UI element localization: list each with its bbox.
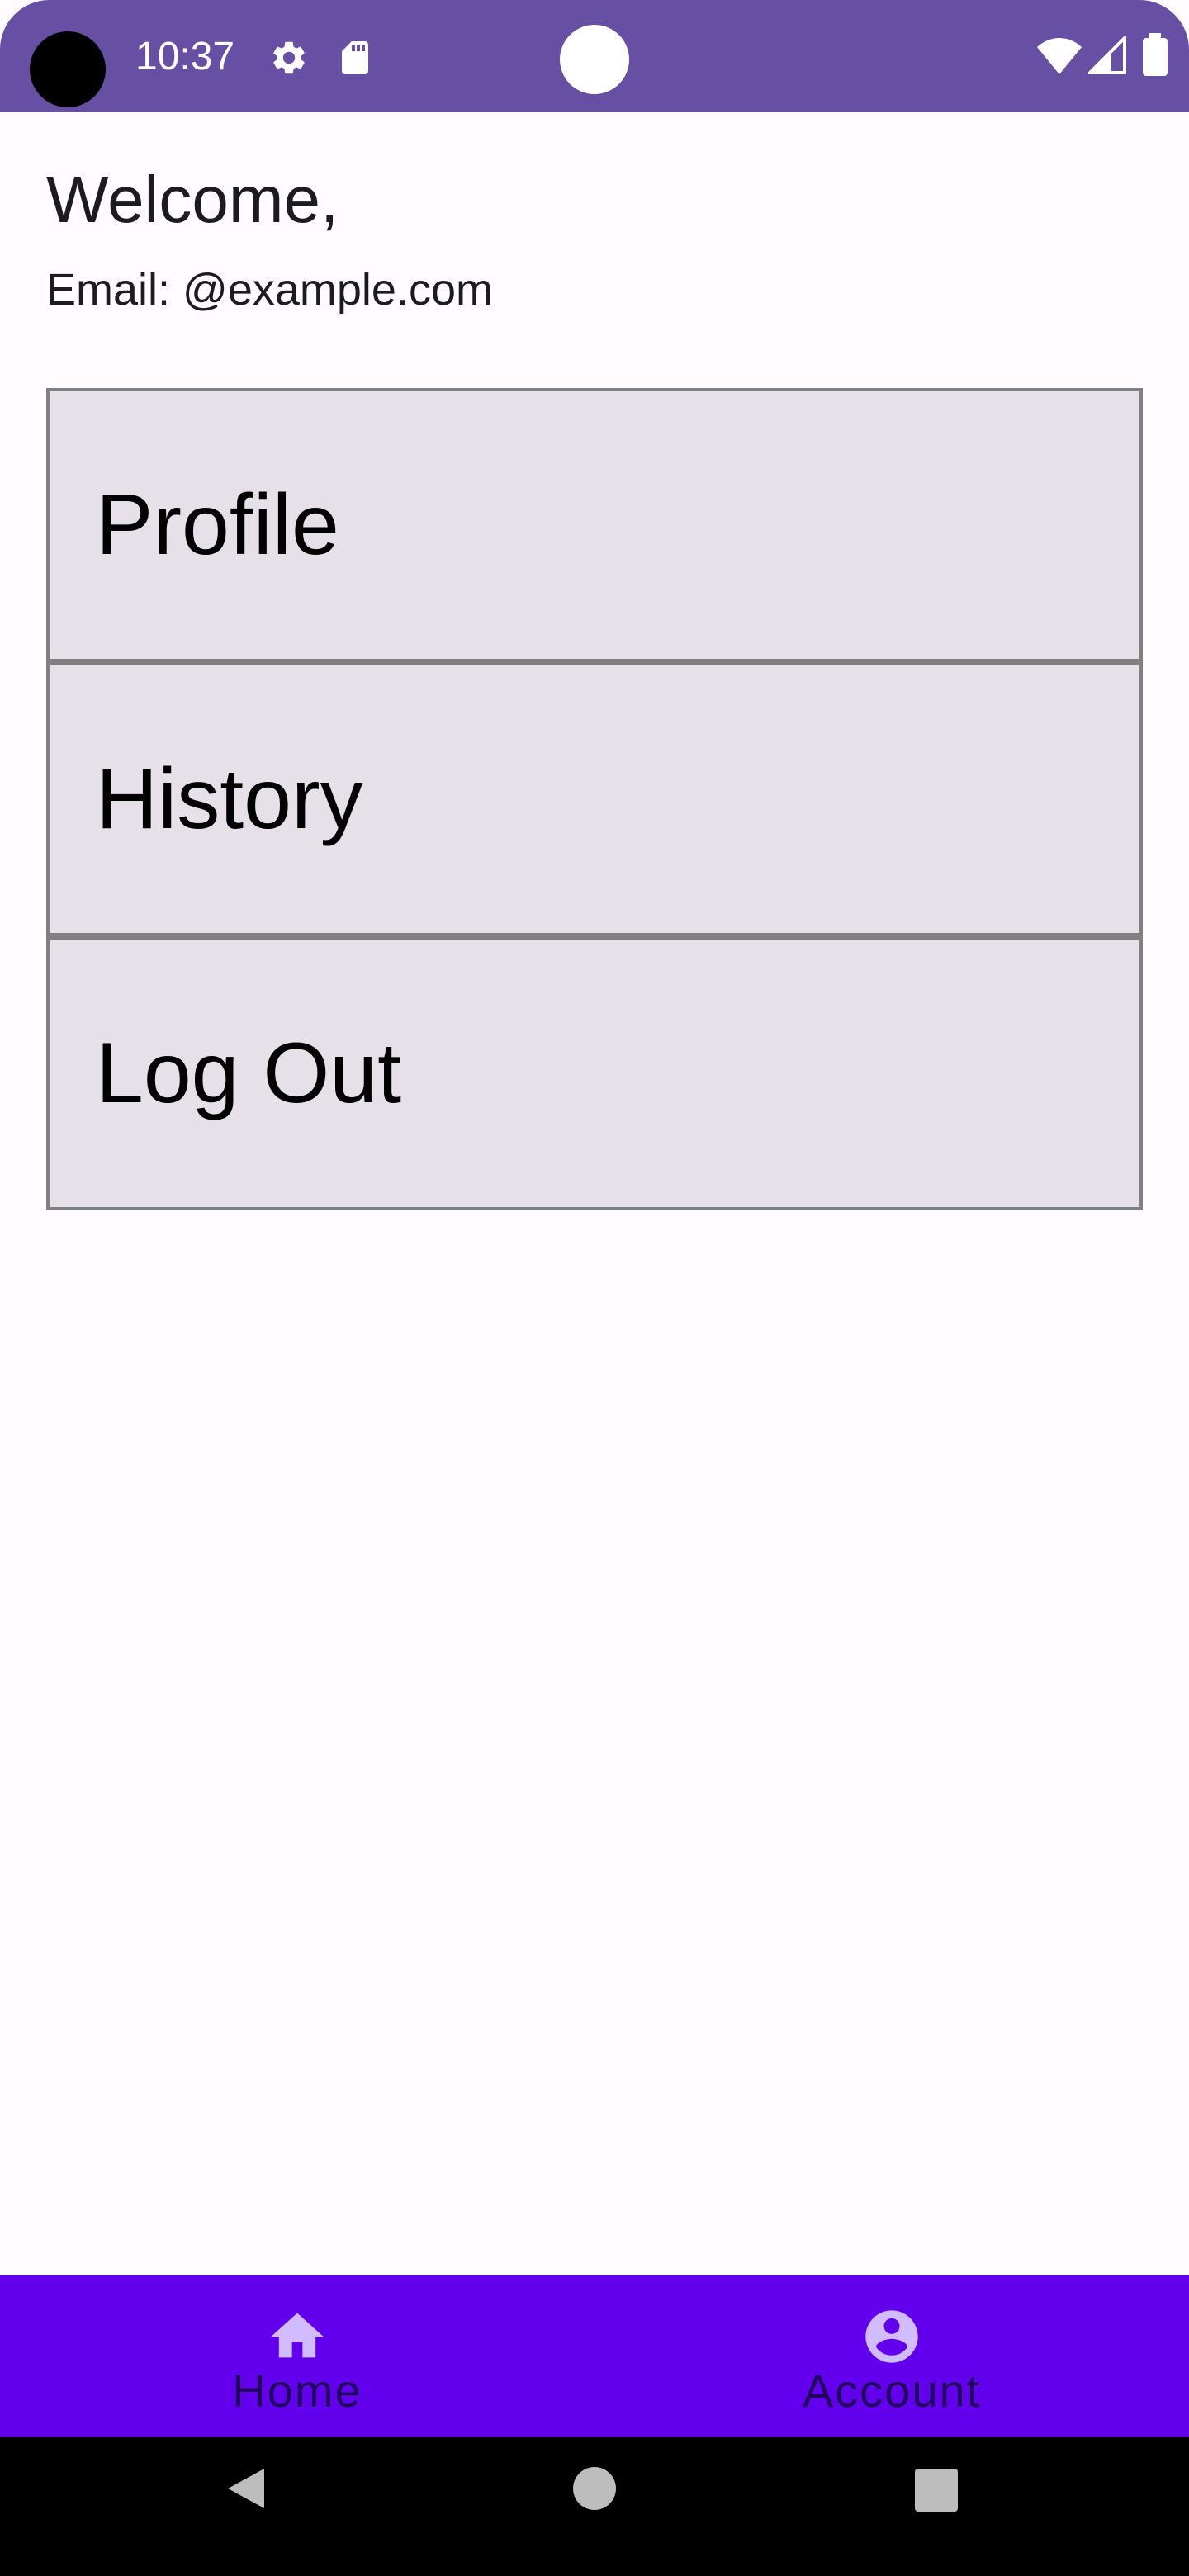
- nav-account[interactable]: Account: [594, 2275, 1189, 2437]
- profile-label: Profile: [96, 477, 339, 573]
- back-icon[interactable]: [221, 2462, 274, 2515]
- history-label: History: [96, 751, 363, 847]
- account-menu: Profile History Log Out: [46, 388, 1143, 1210]
- camera-cutout: [30, 31, 106, 107]
- signal-icon: [1088, 36, 1126, 74]
- recents-icon[interactable]: [913, 2467, 959, 2513]
- battery-icon: [1143, 33, 1168, 76]
- gear-icon: [273, 41, 305, 74]
- log-out-button[interactable]: Log Out: [46, 936, 1143, 1210]
- wifi-icon: [1037, 38, 1082, 74]
- history-button[interactable]: History: [46, 662, 1143, 936]
- nav-account-label: Account: [802, 2365, 982, 2417]
- nav-home[interactable]: Home: [0, 2275, 594, 2437]
- welcome-heading: Welcome,: [46, 163, 339, 236]
- home-circle-icon[interactable]: [571, 2465, 618, 2512]
- log-out-label: Log Out: [96, 1025, 402, 1121]
- status-time: 10:37: [135, 35, 235, 78]
- email-text: Email: @example.com: [46, 265, 493, 315]
- profile-button[interactable]: Profile: [46, 388, 1143, 662]
- front-sensor: [560, 25, 629, 94]
- system-navigation-bar: [0, 2437, 1189, 2576]
- account-screen: 10:37 Welcome, Email: @example.com Profi…: [0, 0, 1189, 2576]
- status-bar: 10:37: [0, 0, 1189, 112]
- nav-home-label: Home: [232, 2365, 362, 2417]
- sd-card-icon: [342, 41, 368, 74]
- bottom-navigation: Home Account: [0, 2275, 1189, 2437]
